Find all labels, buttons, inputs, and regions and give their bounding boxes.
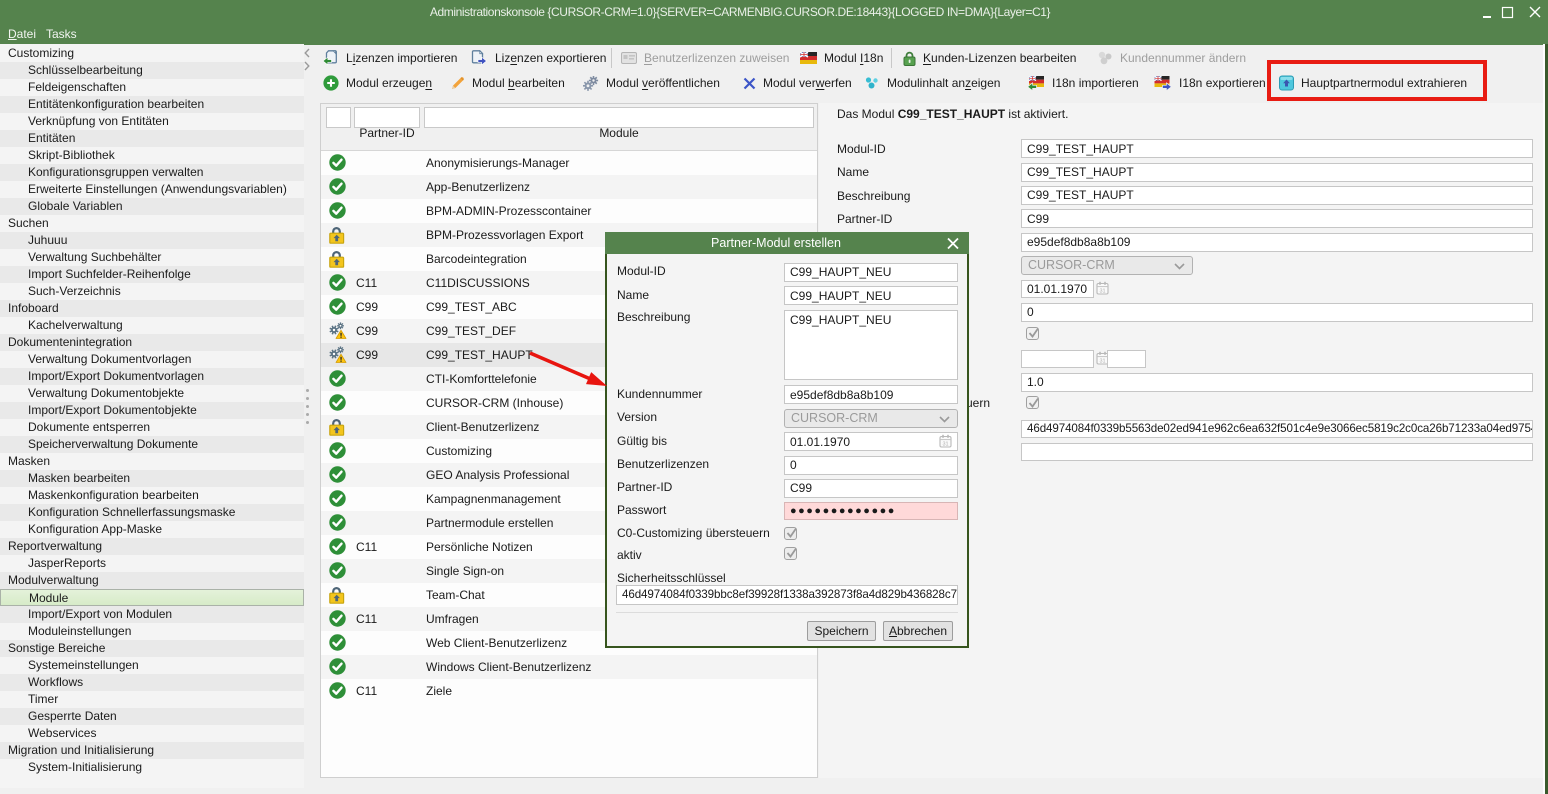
svg-text:31: 31 [1099,289,1105,295]
svg-text:31: 31 [1099,359,1105,365]
svg-text:31: 31 [942,442,948,448]
